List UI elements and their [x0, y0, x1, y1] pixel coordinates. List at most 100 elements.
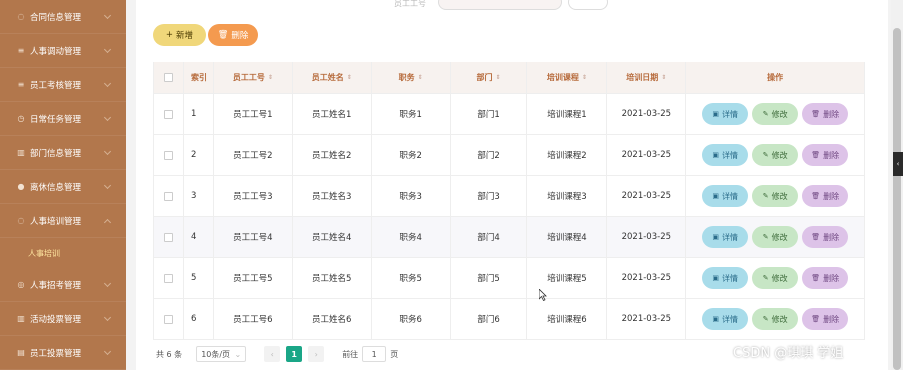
- search-input[interactable]: [438, 0, 562, 10]
- pagination: 共 6 条 10条/页 ⌄ ‹ 1 › 前往 1 页: [156, 346, 398, 362]
- header-dept[interactable]: 部门 ⇕: [451, 62, 528, 93]
- chevron-down-icon: [103, 279, 112, 288]
- trash-icon: 🗑: [811, 274, 821, 282]
- cell-course: 培训课程3: [527, 176, 608, 216]
- trash-icon: 🗑: [811, 151, 821, 159]
- delete-button[interactable]: 🗑 删除: [802, 226, 849, 248]
- edit-button[interactable]: ✎ 修改: [752, 226, 799, 248]
- batch-delete-button[interactable]: 🗑 删除: [208, 24, 258, 46]
- sidebar-item-transfer[interactable]: ≡ 人事调动管理: [0, 34, 126, 68]
- cell-index: 3: [184, 176, 214, 216]
- detail-button[interactable]: ▣ 详情: [702, 267, 749, 289]
- panel-toggle-button[interactable]: ‹: [893, 152, 903, 176]
- sort-icon[interactable]: ⇕: [496, 74, 501, 81]
- cell-dept: 部门5: [451, 258, 528, 298]
- header-job[interactable]: 职务 ⇕: [372, 62, 451, 93]
- header-course[interactable]: 培训课程 ⇕: [527, 62, 608, 93]
- page-size-select[interactable]: 10条/页 ⌄: [196, 346, 247, 362]
- delete-button[interactable]: 🗑 删除: [802, 103, 849, 125]
- sidebar-item-employee-vote[interactable]: ▤ 员工投票管理: [0, 336, 126, 370]
- search-button[interactable]: [568, 0, 608, 10]
- chevron-down-icon: [103, 79, 112, 88]
- row-checkbox[interactable]: [163, 150, 173, 160]
- sort-icon[interactable]: ⇕: [582, 74, 587, 81]
- row-checkbox[interactable]: [163, 191, 173, 201]
- row-check-cell: [154, 94, 184, 134]
- sidebar-subitem-training[interactable]: 人事培训: [0, 238, 126, 268]
- cell-job: 职务6: [372, 299, 451, 339]
- delete-button[interactable]: 🗑 删除: [802, 308, 849, 330]
- row-checkbox[interactable]: [163, 273, 173, 283]
- delete-button[interactable]: 🗑 删除: [802, 185, 849, 207]
- cell-date: 2021-03-25: [607, 135, 687, 175]
- edit-button[interactable]: ✎ 修改: [752, 103, 799, 125]
- detail-button[interactable]: ▣ 详情: [702, 144, 749, 166]
- header-date[interactable]: 培训日期 ⇕: [607, 62, 687, 93]
- detail-icon: ▣: [712, 233, 719, 241]
- delete-button[interactable]: 🗑 删除: [802, 144, 849, 166]
- delete-button[interactable]: 🗑 删除: [802, 267, 849, 289]
- table-row: 2 员工工号2 员工姓名2 职务2 部门2 培训课程2 2021-03-25 ▣ 详情 ✎ 修改…: [154, 135, 866, 176]
- edit-icon: ✎: [762, 315, 769, 323]
- cell-emp-name: 员工姓名6: [293, 299, 372, 339]
- goto-page-input[interactable]: 1: [362, 346, 387, 362]
- cell-emp-name: 员工姓名4: [293, 217, 372, 257]
- sort-icon[interactable]: ⇕: [661, 74, 666, 81]
- sidebar-item-department[interactable]: ▥ 部门信息管理: [0, 136, 126, 170]
- add-button[interactable]: + 新增: [153, 24, 206, 46]
- cell-emp-name: 员工姓名3: [293, 176, 372, 216]
- sort-icon[interactable]: ⇕: [268, 74, 273, 81]
- edit-button[interactable]: ✎ 修改: [752, 185, 799, 207]
- detail-button[interactable]: ▣ 详情: [702, 103, 749, 125]
- cell-dept: 部门4: [451, 217, 528, 257]
- chevron-up-icon: [103, 218, 112, 227]
- chevron-down-icon: [103, 313, 112, 322]
- edit-button[interactable]: ✎ 修改: [752, 308, 799, 330]
- sidebar-item-recruitment[interactable]: ◎ 人事招考管理: [0, 268, 126, 302]
- cell-dept: 部门2: [451, 135, 528, 175]
- select-all-cell: [154, 62, 184, 93]
- trash-icon: 🗑: [811, 315, 821, 323]
- header-emp-no[interactable]: 员工工号 ⇕: [214, 62, 293, 93]
- row-checkbox[interactable]: [163, 232, 173, 242]
- trash-icon: 🗑: [811, 233, 821, 241]
- sidebar: ◌ 合同信息管理 ≡ 人事调动管理 ≡ 员工考核管理 ◷ 日常任务管理 ▥ 部门信息管理 …: [0, 0, 126, 370]
- chevron-down-icon: [103, 181, 112, 190]
- doc-icon: ▤: [17, 348, 25, 357]
- sidebar-item-retirement[interactable]: ● 离休信息管理: [0, 170, 126, 204]
- row-checkbox[interactable]: [163, 109, 173, 119]
- cell-job: 职务2: [372, 135, 451, 175]
- cell-dept: 部门6: [451, 299, 528, 339]
- detail-button[interactable]: ▣ 详情: [702, 185, 749, 207]
- cell-job: 职务4: [372, 217, 451, 257]
- header-emp-name[interactable]: 员工姓名 ⇕: [293, 62, 372, 93]
- sidebar-item-training[interactable]: ◌ 人事培训管理: [0, 204, 126, 238]
- row-checkbox[interactable]: [163, 314, 173, 324]
- sidebar-item-tasks[interactable]: ◷ 日常任务管理: [0, 102, 126, 136]
- header-ops: 操作: [686, 62, 866, 93]
- scrollbar-thumb[interactable]: [893, 28, 901, 370]
- sidebar-item-assessment[interactable]: ≡ 员工考核管理: [0, 68, 126, 102]
- chevron-down-icon: [103, 147, 112, 156]
- cell-ops: ▣ 详情 ✎ 修改 🗑 删除: [686, 217, 866, 257]
- table-row: 6 员工工号6 员工姓名6 职务6 部门6 培训课程6 2021-03-25 ▣ 详情 ✎ 修改…: [154, 299, 866, 340]
- edit-button[interactable]: ✎ 修改: [752, 267, 799, 289]
- row-check-cell: [154, 299, 184, 339]
- sidebar-item-activity-vote[interactable]: ▥ 活动投票管理: [0, 302, 126, 336]
- sidebar-item-contract[interactable]: ◌ 合同信息管理: [0, 0, 126, 34]
- detail-button[interactable]: ▣ 详情: [702, 226, 749, 248]
- cell-emp-no: 员工工号4: [214, 217, 293, 257]
- prev-page-button[interactable]: ‹: [264, 346, 281, 362]
- clock-icon: ◷: [17, 114, 25, 123]
- cell-index: 4: [184, 217, 214, 257]
- select-all-checkbox[interactable]: [163, 73, 173, 82]
- cell-emp-no: 员工工号3: [214, 176, 293, 216]
- main-panel: 员工工号 + 新增 🗑 删除 索引 员工工号 ⇕ 员工姓名 ⇕ 职务 ⇕ 部门 ⇕ 培训课程…: [136, 0, 888, 370]
- next-page-button[interactable]: ›: [308, 346, 325, 362]
- sort-icon[interactable]: ⇕: [347, 74, 352, 81]
- edit-button[interactable]: ✎ 修改: [752, 144, 799, 166]
- page-number-current[interactable]: 1: [286, 346, 303, 362]
- cell-job: 职务1: [372, 94, 451, 134]
- detail-button[interactable]: ▣ 详情: [702, 308, 749, 330]
- sort-icon[interactable]: ⇕: [418, 74, 423, 81]
